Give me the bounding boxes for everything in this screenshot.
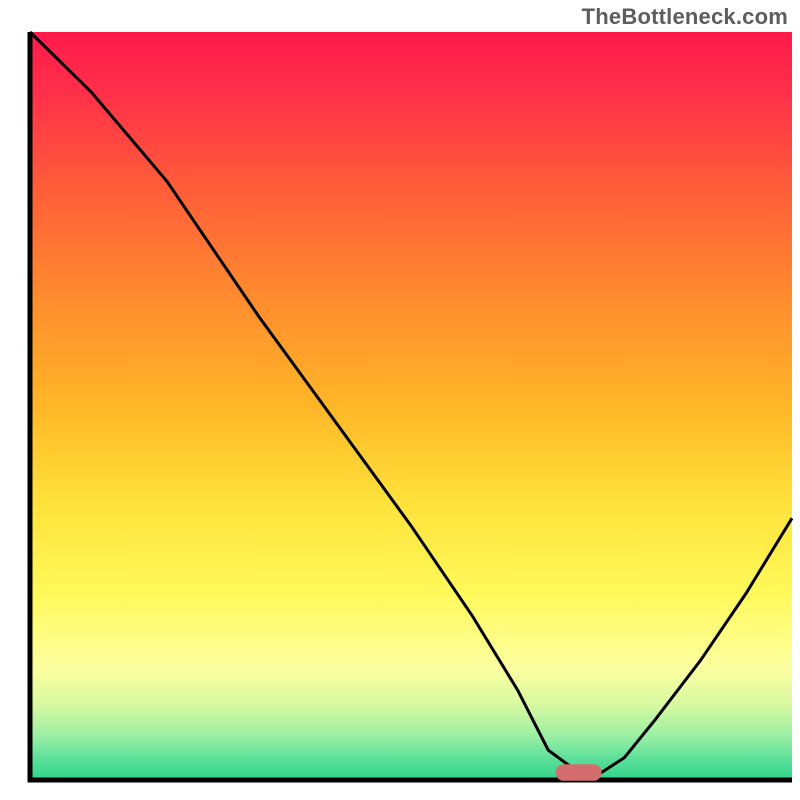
bottleneck-chart [0,0,800,800]
chart-container: TheBottleneck.com [0,0,800,800]
plot-background [30,32,792,780]
watermark-text: TheBottleneck.com [582,4,788,30]
optimal-range-marker [556,764,602,781]
